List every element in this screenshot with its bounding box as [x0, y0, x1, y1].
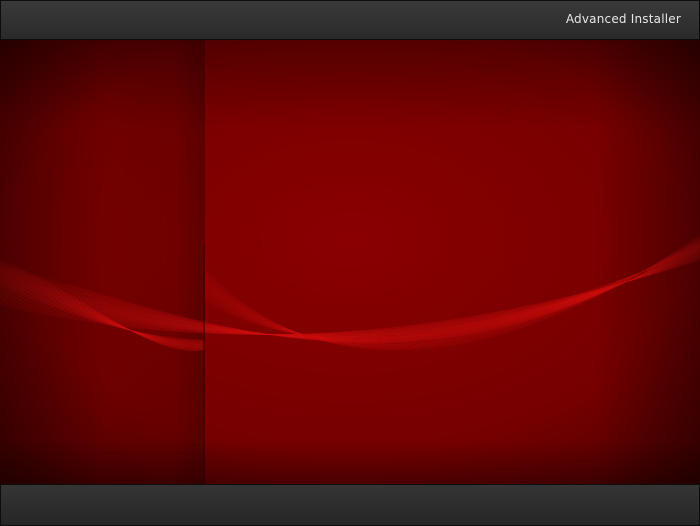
red-wave-artwork [0, 40, 700, 484]
title-bar: Advanced Installer [0, 0, 700, 40]
window-title: Advanced Installer [565, 12, 681, 26]
installer-window: Advanced Installer [0, 0, 700, 526]
bottom-bar [0, 484, 700, 526]
splash-background [0, 40, 700, 484]
